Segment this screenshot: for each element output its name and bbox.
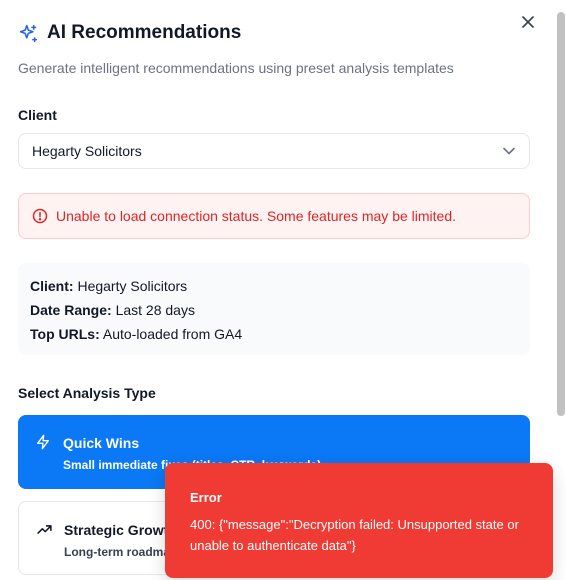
summary-client-value: Hegarty Solicitors [77,278,188,294]
analysis-type-label: Select Analysis Type [18,385,156,401]
summary-client-label: Client: [30,278,74,294]
summary-urls-value: Auto-loaded from GA4 [102,326,243,342]
close-icon [522,16,534,28]
client-label: Client [18,107,57,123]
lightning-icon [37,434,49,450]
alert-circle-icon [32,208,48,224]
summary-urls-label: Top URLs: [30,326,100,342]
quick-wins-title: Quick Wins [63,435,140,451]
strategic-growth-description: Long-term roadmap [64,545,178,559]
summary-range-row: Date Range: Last 28 days [30,301,518,325]
chevron-down-icon [503,147,515,155]
trending-up-icon [37,525,52,534]
error-toast-title: Error [190,490,222,505]
close-button[interactable] [518,12,538,32]
alert-message: Unable to load connection status. Some f… [56,208,456,224]
client-select-value: Hegarty Solicitors [32,143,142,159]
connection-alert: Unable to load connection status. Some f… [18,193,530,239]
dialog-subtitle: Generate intelligent recommendations usi… [18,60,454,76]
error-toast[interactable]: Error 400: {"message":"Decryption failed… [165,463,553,578]
summary-range-value: Last 28 days [115,302,195,318]
summary-urls-row: Top URLs: Auto-loaded from GA4 [30,325,518,349]
client-select[interactable]: Hegarty Solicitors [18,133,530,169]
error-toast-message: 400: {"message":"Decryption failed: Unsu… [190,517,519,553]
summary-range-label: Date Range: [30,302,112,318]
sparkles-icon [19,24,38,42]
summary-client-row: Client: Hegarty Solicitors [30,277,518,301]
scrollbar-thumb[interactable] [557,12,565,416]
dialog-header: AI Recommendations [18,22,241,44]
summary-box: Client: Hegarty Solicitors Date Range: L… [18,263,530,355]
dialog-title: AI Recommendations [47,22,242,43]
strategic-growth-title: Strategic Growth [64,522,177,538]
